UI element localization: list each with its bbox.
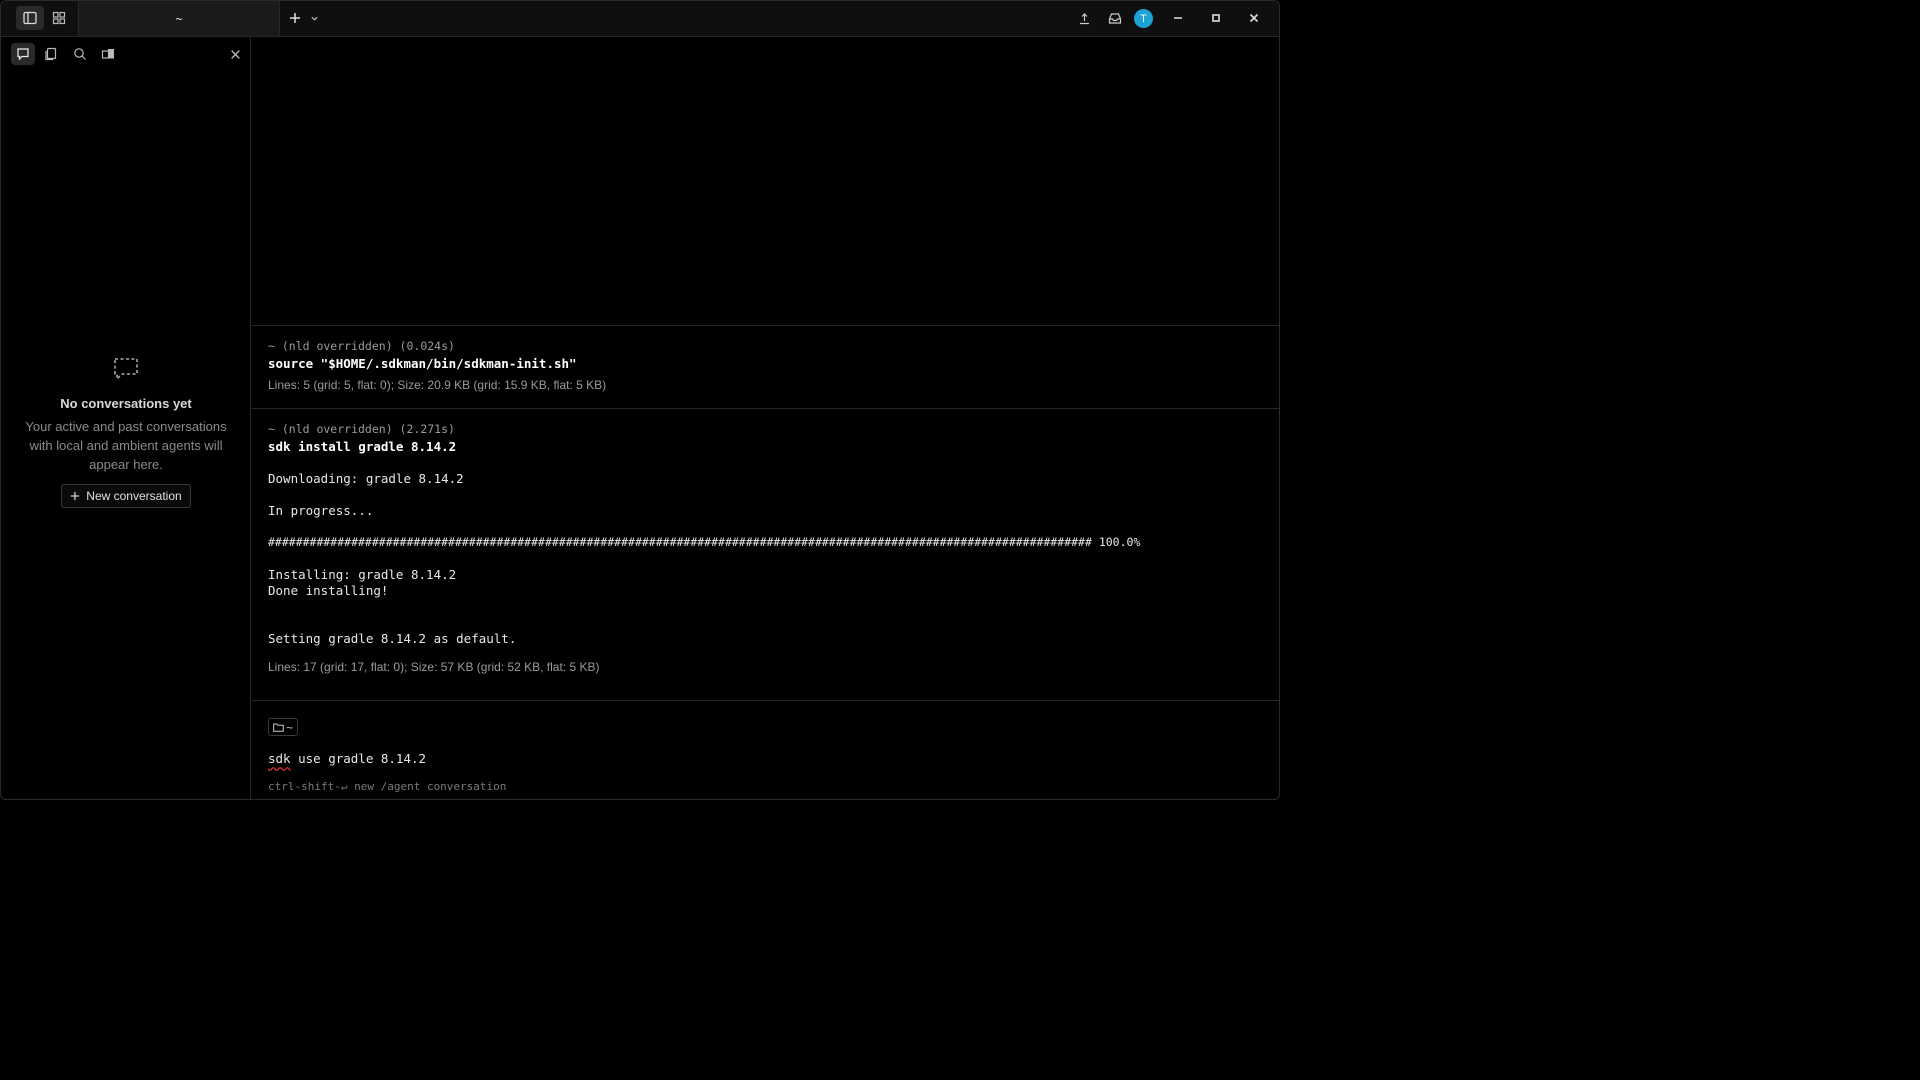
empty-state: No conversations yet Your active and pas… bbox=[1, 357, 251, 508]
block-stats: Lines: 17 (grid: 17, flat: 0); Size: 57 … bbox=[268, 660, 600, 674]
new-conversation-button[interactable]: New conversation bbox=[61, 484, 191, 508]
empty-chat-icon bbox=[114, 358, 138, 381]
command-input[interactable]: sdk use gradle 8.14.2 bbox=[268, 751, 426, 766]
avatar[interactable]: T bbox=[1134, 9, 1153, 28]
terminal-block[interactable]: ~ (nld overridden) (2.271s) sdk install … bbox=[252, 408, 1279, 701]
command-input-area[interactable]: ~ sdk use gradle 8.14.2 ctrl-shift-↵ new… bbox=[252, 700, 1279, 799]
inbox-button[interactable] bbox=[1103, 6, 1127, 30]
maximize-button[interactable] bbox=[1202, 6, 1230, 30]
chat-icon bbox=[17, 48, 29, 61]
conversations-sidebar: No conversations yet Your active and pas… bbox=[1, 37, 251, 799]
output-line: Downloading: gradle 8.14.2 bbox=[268, 471, 464, 486]
output-line: In progress... bbox=[268, 503, 374, 518]
upload-icon bbox=[1079, 12, 1089, 24]
toggle-sidebar-button[interactable] bbox=[16, 6, 44, 30]
command-word: sdk bbox=[268, 751, 291, 766]
folder-icon bbox=[273, 723, 284, 732]
avatar-letter: T bbox=[1140, 12, 1147, 25]
block-stats: Lines: 5 (grid: 5, flat: 0); Size: 20.9 … bbox=[268, 378, 607, 392]
search-icon bbox=[74, 48, 86, 60]
terminal-area: ~ (nld overridden) (0.024s) source "$HOM… bbox=[252, 37, 1279, 799]
plus-icon bbox=[71, 491, 80, 501]
files-icon bbox=[45, 47, 57, 61]
directory-label: ~ bbox=[286, 720, 293, 734]
grid-icon bbox=[52, 11, 66, 25]
panel-tab-button[interactable] bbox=[96, 43, 120, 65]
minimize-button[interactable] bbox=[1164, 6, 1192, 30]
grid-view-button[interactable] bbox=[45, 6, 73, 30]
chevron-down-icon bbox=[310, 16, 318, 21]
new-tab-dropdown-button[interactable] bbox=[301, 6, 327, 30]
output-line: Setting gradle 8.14.2 as default. bbox=[268, 631, 517, 646]
plus-icon bbox=[290, 13, 300, 23]
block-command: source "$HOME/.sdkman/bin/sdkman-init.sh… bbox=[268, 356, 577, 371]
block-prompt-meta: ~ (nld overridden) (2.271s) bbox=[268, 422, 455, 436]
share-button[interactable] bbox=[1072, 6, 1096, 30]
title-bar: ~ T bbox=[1, 1, 1279, 37]
tab-home[interactable]: ~ bbox=[78, 1, 280, 36]
search-tab-button[interactable] bbox=[68, 43, 92, 65]
output-line: Done installing! bbox=[268, 583, 389, 598]
files-tab-button[interactable] bbox=[39, 43, 63, 65]
block-prompt-meta: ~ (nld overridden) (0.024s) bbox=[268, 339, 455, 353]
terminal-block[interactable]: ~ (nld overridden) (0.024s) source "$HOM… bbox=[252, 325, 1279, 408]
conversations-tab-button[interactable] bbox=[11, 43, 35, 65]
inbox-icon bbox=[1108, 12, 1122, 24]
progress-line: ########################################… bbox=[268, 535, 1141, 549]
input-hint: ctrl-shift-↵ new /agent conversation bbox=[268, 780, 507, 793]
empty-description: Your active and past conversations with … bbox=[25, 419, 227, 472]
directory-chip[interactable]: ~ bbox=[268, 718, 298, 736]
tab-title: ~ bbox=[175, 11, 183, 26]
close-sidebar-button[interactable] bbox=[223, 43, 247, 65]
close-icon bbox=[1249, 13, 1259, 23]
panel-icon bbox=[101, 49, 114, 59]
app-window: ~ T No conversations yet Your active and… bbox=[0, 0, 1280, 800]
command-args: use gradle 8.14.2 bbox=[290, 751, 427, 766]
close-window-button[interactable] bbox=[1240, 6, 1268, 30]
block-command: sdk install gradle 8.14.2 bbox=[268, 439, 457, 454]
new-conversation-label: New conversation bbox=[86, 489, 182, 503]
close-icon bbox=[230, 49, 240, 59]
sidebar-icon bbox=[23, 11, 37, 25]
output-line: Installing: gradle 8.14.2 bbox=[268, 567, 457, 582]
minimize-icon bbox=[1174, 17, 1182, 19]
maximize-icon bbox=[1212, 14, 1220, 22]
empty-title: No conversations yet bbox=[60, 396, 192, 411]
